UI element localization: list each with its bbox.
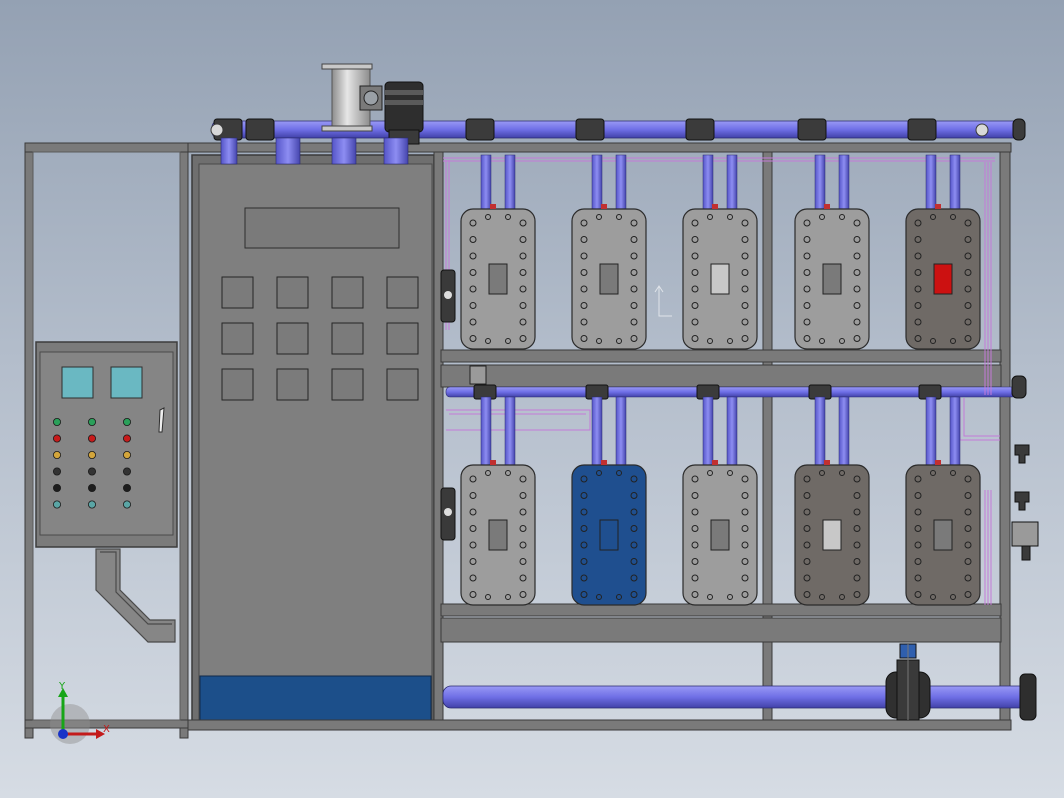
feed-pipe	[615, 154, 627, 213]
indicator-lamp	[88, 450, 97, 459]
feed-pipe	[949, 396, 961, 469]
feed-pipe	[504, 154, 516, 213]
indicator-lamp	[123, 483, 132, 492]
module-sight-window	[710, 519, 730, 551]
feed-pipe	[702, 154, 714, 213]
indicator-lamp	[53, 500, 62, 509]
small-bracket	[469, 365, 487, 385]
panel-display[interactable]	[244, 207, 400, 249]
feed-pipe	[814, 154, 826, 213]
module-sight-window	[488, 519, 508, 551]
side-valve-upper[interactable]	[440, 269, 456, 323]
indicator-lamp	[53, 467, 62, 476]
membrane-stack-module[interactable]	[460, 204, 536, 350]
module-sight-window	[599, 263, 619, 295]
panel-button[interactable]	[331, 276, 364, 309]
membrane-stack-module[interactable]	[794, 204, 870, 350]
indicator-lamp	[88, 500, 97, 509]
indicator-lamp	[123, 467, 132, 476]
cad-viewport[interactable]: Y X	[0, 0, 1064, 798]
feed-pipe	[838, 154, 850, 213]
feed-pipe	[702, 396, 714, 469]
reference-glyph	[654, 285, 672, 317]
feed-pipe	[726, 396, 738, 469]
module-sight-window	[710, 263, 730, 295]
membrane-stack-module[interactable]	[905, 204, 981, 350]
panel-button[interactable]	[386, 322, 419, 355]
panel-button[interactable]	[221, 322, 254, 355]
membrane-stack-module[interactable]	[571, 460, 647, 606]
feed-pipe	[814, 396, 826, 469]
membrane-stack-module[interactable]	[682, 204, 758, 350]
lower-module-row	[460, 396, 981, 606]
feed-pipe	[925, 154, 937, 213]
membrane-stack-module[interactable]	[794, 460, 870, 606]
module-sight-window	[822, 519, 842, 551]
main-control-panel[interactable]	[191, 154, 435, 726]
feed-pipe	[480, 154, 492, 213]
membrane-stack-module[interactable]	[905, 460, 981, 606]
membrane-stack-module[interactable]	[682, 460, 758, 606]
feed-pipe	[591, 154, 603, 213]
indicator-lamp	[88, 467, 97, 476]
panel-button[interactable]	[276, 368, 309, 401]
indicator-lamp	[123, 450, 132, 459]
pipe-flange	[245, 118, 275, 141]
feed-pipe	[591, 396, 603, 469]
feed-pipe	[838, 396, 850, 469]
hmi-screen-left[interactable]	[61, 366, 94, 399]
triad-y-label: Y	[58, 681, 66, 692]
triad-x-label: X	[103, 724, 110, 735]
upper-module-row	[460, 154, 981, 350]
butterfly-valve[interactable]	[885, 643, 931, 721]
indicator-lamp	[53, 483, 62, 492]
indicator-lamp	[53, 417, 62, 426]
indicator-lamp	[88, 434, 97, 443]
feed-pipe	[615, 396, 627, 469]
electrical-cabinet[interactable]	[35, 341, 178, 548]
feed-pipe	[480, 396, 492, 469]
indicator-lamp	[88, 483, 97, 492]
pipe-flange	[797, 118, 827, 141]
panel-button[interactable]	[331, 322, 364, 355]
indicator-lamp	[123, 417, 132, 426]
hmi-screen-right[interactable]	[110, 366, 143, 399]
panel-button[interactable]	[386, 276, 419, 309]
module-sight-window	[933, 263, 953, 295]
module-sight-window	[822, 263, 842, 295]
cable-tray	[95, 548, 176, 643]
indicator-lamp	[53, 450, 62, 459]
pipe-flange	[685, 118, 715, 141]
indicator-lamp	[123, 434, 132, 443]
panel-button[interactable]	[276, 322, 309, 355]
panel-button[interactable]	[331, 368, 364, 401]
pipe-flange	[907, 118, 937, 141]
feed-pipe	[949, 154, 961, 213]
side-valve-lower[interactable]	[440, 487, 456, 541]
module-sight-window	[933, 519, 953, 551]
panel-base	[199, 675, 432, 722]
indicator-lamp	[123, 500, 132, 509]
module-sight-window	[599, 519, 619, 551]
module-sight-window	[488, 263, 508, 295]
panel-button[interactable]	[386, 368, 419, 401]
feed-pipe	[726, 154, 738, 213]
axis-triad[interactable]: Y X	[50, 681, 110, 744]
feed-pipe	[925, 396, 937, 469]
membrane-stack-module[interactable]	[460, 460, 536, 606]
pipe-flange	[575, 118, 605, 141]
pipe-flange	[465, 118, 495, 141]
indicator-lamp	[53, 434, 62, 443]
indicator-lamp	[88, 417, 97, 426]
panel-button[interactable]	[221, 368, 254, 401]
feed-pipe	[504, 396, 516, 469]
bottom-pipe	[442, 673, 1037, 721]
right-side-fittings	[1011, 444, 1039, 561]
panel-button[interactable]	[221, 276, 254, 309]
membrane-stack-module[interactable]	[571, 204, 647, 350]
panel-button[interactable]	[276, 276, 309, 309]
